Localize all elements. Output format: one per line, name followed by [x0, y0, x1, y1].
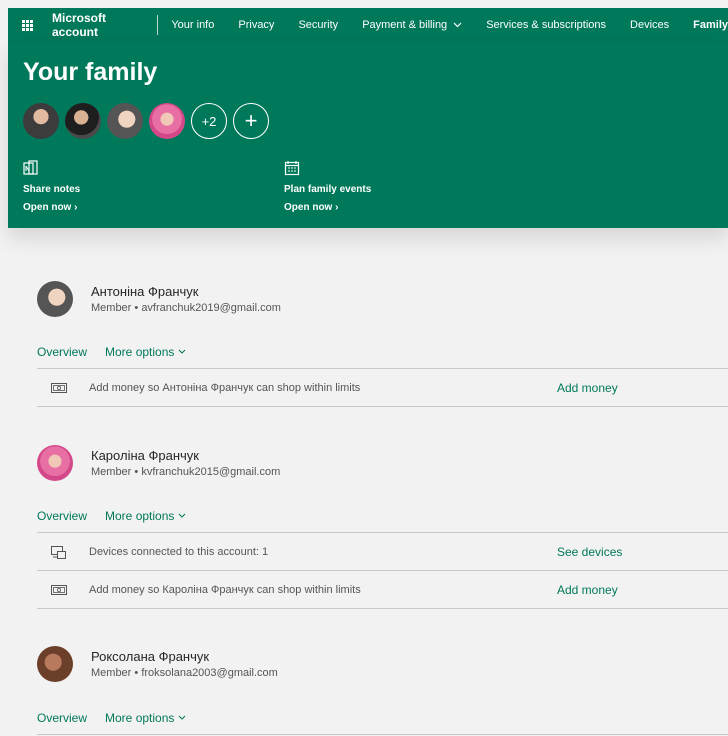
- member-subtitle: Member • froksolana2003@gmail.com: [91, 667, 278, 679]
- list-item: Devices connected to this account: 1 See…: [37, 533, 728, 571]
- member-email: kvfranchuk2015@gmail.com: [141, 466, 281, 478]
- chevron-down-icon: [178, 513, 186, 518]
- share-notes-open-link[interactable]: Open now ›: [23, 202, 183, 213]
- member-role: Member: [91, 466, 132, 478]
- add-money-link[interactable]: Add money: [557, 583, 618, 597]
- chevron-down-icon: [453, 20, 462, 30]
- tab-overview[interactable]: Overview: [37, 711, 87, 725]
- onenote-icon: [23, 160, 39, 176]
- more-options-button[interactable]: More options: [105, 345, 186, 359]
- nav-services-subscriptions[interactable]: Services & subscriptions: [486, 19, 606, 31]
- share-notes-tile: Share notes Open now ›: [23, 160, 183, 213]
- member-role: Member: [91, 302, 132, 314]
- member-card: Антоніна Франчук Member • avfranchuk2019…: [37, 281, 728, 317]
- nav-privacy[interactable]: Privacy: [238, 19, 274, 31]
- more-options-label: More options: [105, 345, 175, 359]
- avatar[interactable]: [107, 103, 143, 139]
- member-name: Роксолана Франчук: [91, 649, 210, 664]
- list-item: Add money so Антоніна Франчук can shop w…: [37, 369, 728, 407]
- divider: [37, 734, 728, 735]
- calendar-icon: [284, 160, 300, 176]
- member-subtitle: Member • kvfranchuk2015@gmail.com: [91, 466, 281, 478]
- nav-devices[interactable]: Devices: [630, 19, 669, 31]
- more-members-button[interactable]: +2: [191, 103, 227, 139]
- family-avatars: +2 +: [23, 103, 269, 139]
- avatar[interactable]: [37, 281, 73, 317]
- plan-events-open-link[interactable]: Open now ›: [284, 202, 444, 213]
- row-text: Devices connected to this account: 1: [89, 545, 269, 558]
- member-name: Кароліна Франчук: [91, 448, 199, 463]
- family-hero: Your family +2 + Share notes Open now ›: [8, 42, 728, 228]
- nav-payment-billing-label: Payment & billing: [362, 19, 448, 31]
- row-text: Add money so Кароліна Франчук can shop w…: [89, 583, 361, 596]
- tab-overview[interactable]: Overview: [37, 509, 87, 523]
- member-role: Member: [91, 667, 132, 679]
- nav-your-info[interactable]: Your info: [171, 19, 214, 31]
- app-launcher-icon[interactable]: [22, 19, 33, 31]
- devices-icon: [51, 545, 67, 559]
- money-icon: [51, 382, 67, 394]
- more-options-button[interactable]: More options: [105, 711, 186, 725]
- member-tabs: Overview More options: [37, 711, 186, 725]
- chevron-down-icon: [178, 715, 186, 720]
- more-options-label: More options: [105, 509, 175, 523]
- tile-label: Plan family events: [284, 184, 372, 195]
- see-devices-link[interactable]: See devices: [557, 545, 622, 559]
- brand-link[interactable]: Microsoft account: [52, 11, 143, 39]
- plan-events-tile: Plan family events Open now ›: [284, 160, 444, 213]
- chevron-down-icon: [178, 349, 186, 354]
- member-email: froksolana2003@gmail.com: [141, 667, 278, 679]
- list-item: Add money so Кароліна Франчук can shop w…: [37, 571, 728, 609]
- top-nav: Microsoft account Your info Privacy Secu…: [8, 8, 728, 42]
- add-member-button[interactable]: +: [233, 103, 269, 139]
- nav-payment-billing[interactable]: Payment & billing: [362, 19, 462, 31]
- avatar[interactable]: [37, 445, 73, 481]
- avatar[interactable]: [149, 103, 185, 139]
- member-subtitle: Member • avfranchuk2019@gmail.com: [91, 302, 281, 314]
- member-tabs: Overview More options: [37, 509, 186, 523]
- more-options-button[interactable]: More options: [105, 509, 186, 523]
- tile-label: Share notes: [23, 184, 81, 195]
- member-name: Антоніна Франчук: [91, 284, 199, 299]
- add-money-link[interactable]: Add money: [557, 381, 618, 395]
- more-options-label: More options: [105, 711, 175, 725]
- nav-security[interactable]: Security: [298, 19, 338, 31]
- member-card: Роксолана Франчук Member • froksolana200…: [37, 646, 728, 682]
- money-icon: [51, 584, 67, 596]
- member-tabs: Overview More options: [37, 345, 186, 359]
- nav-separator: [157, 15, 159, 35]
- member-card: Кароліна Франчук Member • kvfranchuk2015…: [37, 445, 728, 481]
- tab-overview[interactable]: Overview: [37, 345, 87, 359]
- nav-family[interactable]: Family: [693, 19, 728, 31]
- avatar[interactable]: [65, 103, 101, 139]
- page-title: Your family: [23, 58, 158, 86]
- member-email: avfranchuk2019@gmail.com: [141, 302, 281, 314]
- row-text: Add money so Антоніна Франчук can shop w…: [89, 381, 361, 394]
- avatar[interactable]: [37, 646, 73, 682]
- avatar[interactable]: [23, 103, 59, 139]
